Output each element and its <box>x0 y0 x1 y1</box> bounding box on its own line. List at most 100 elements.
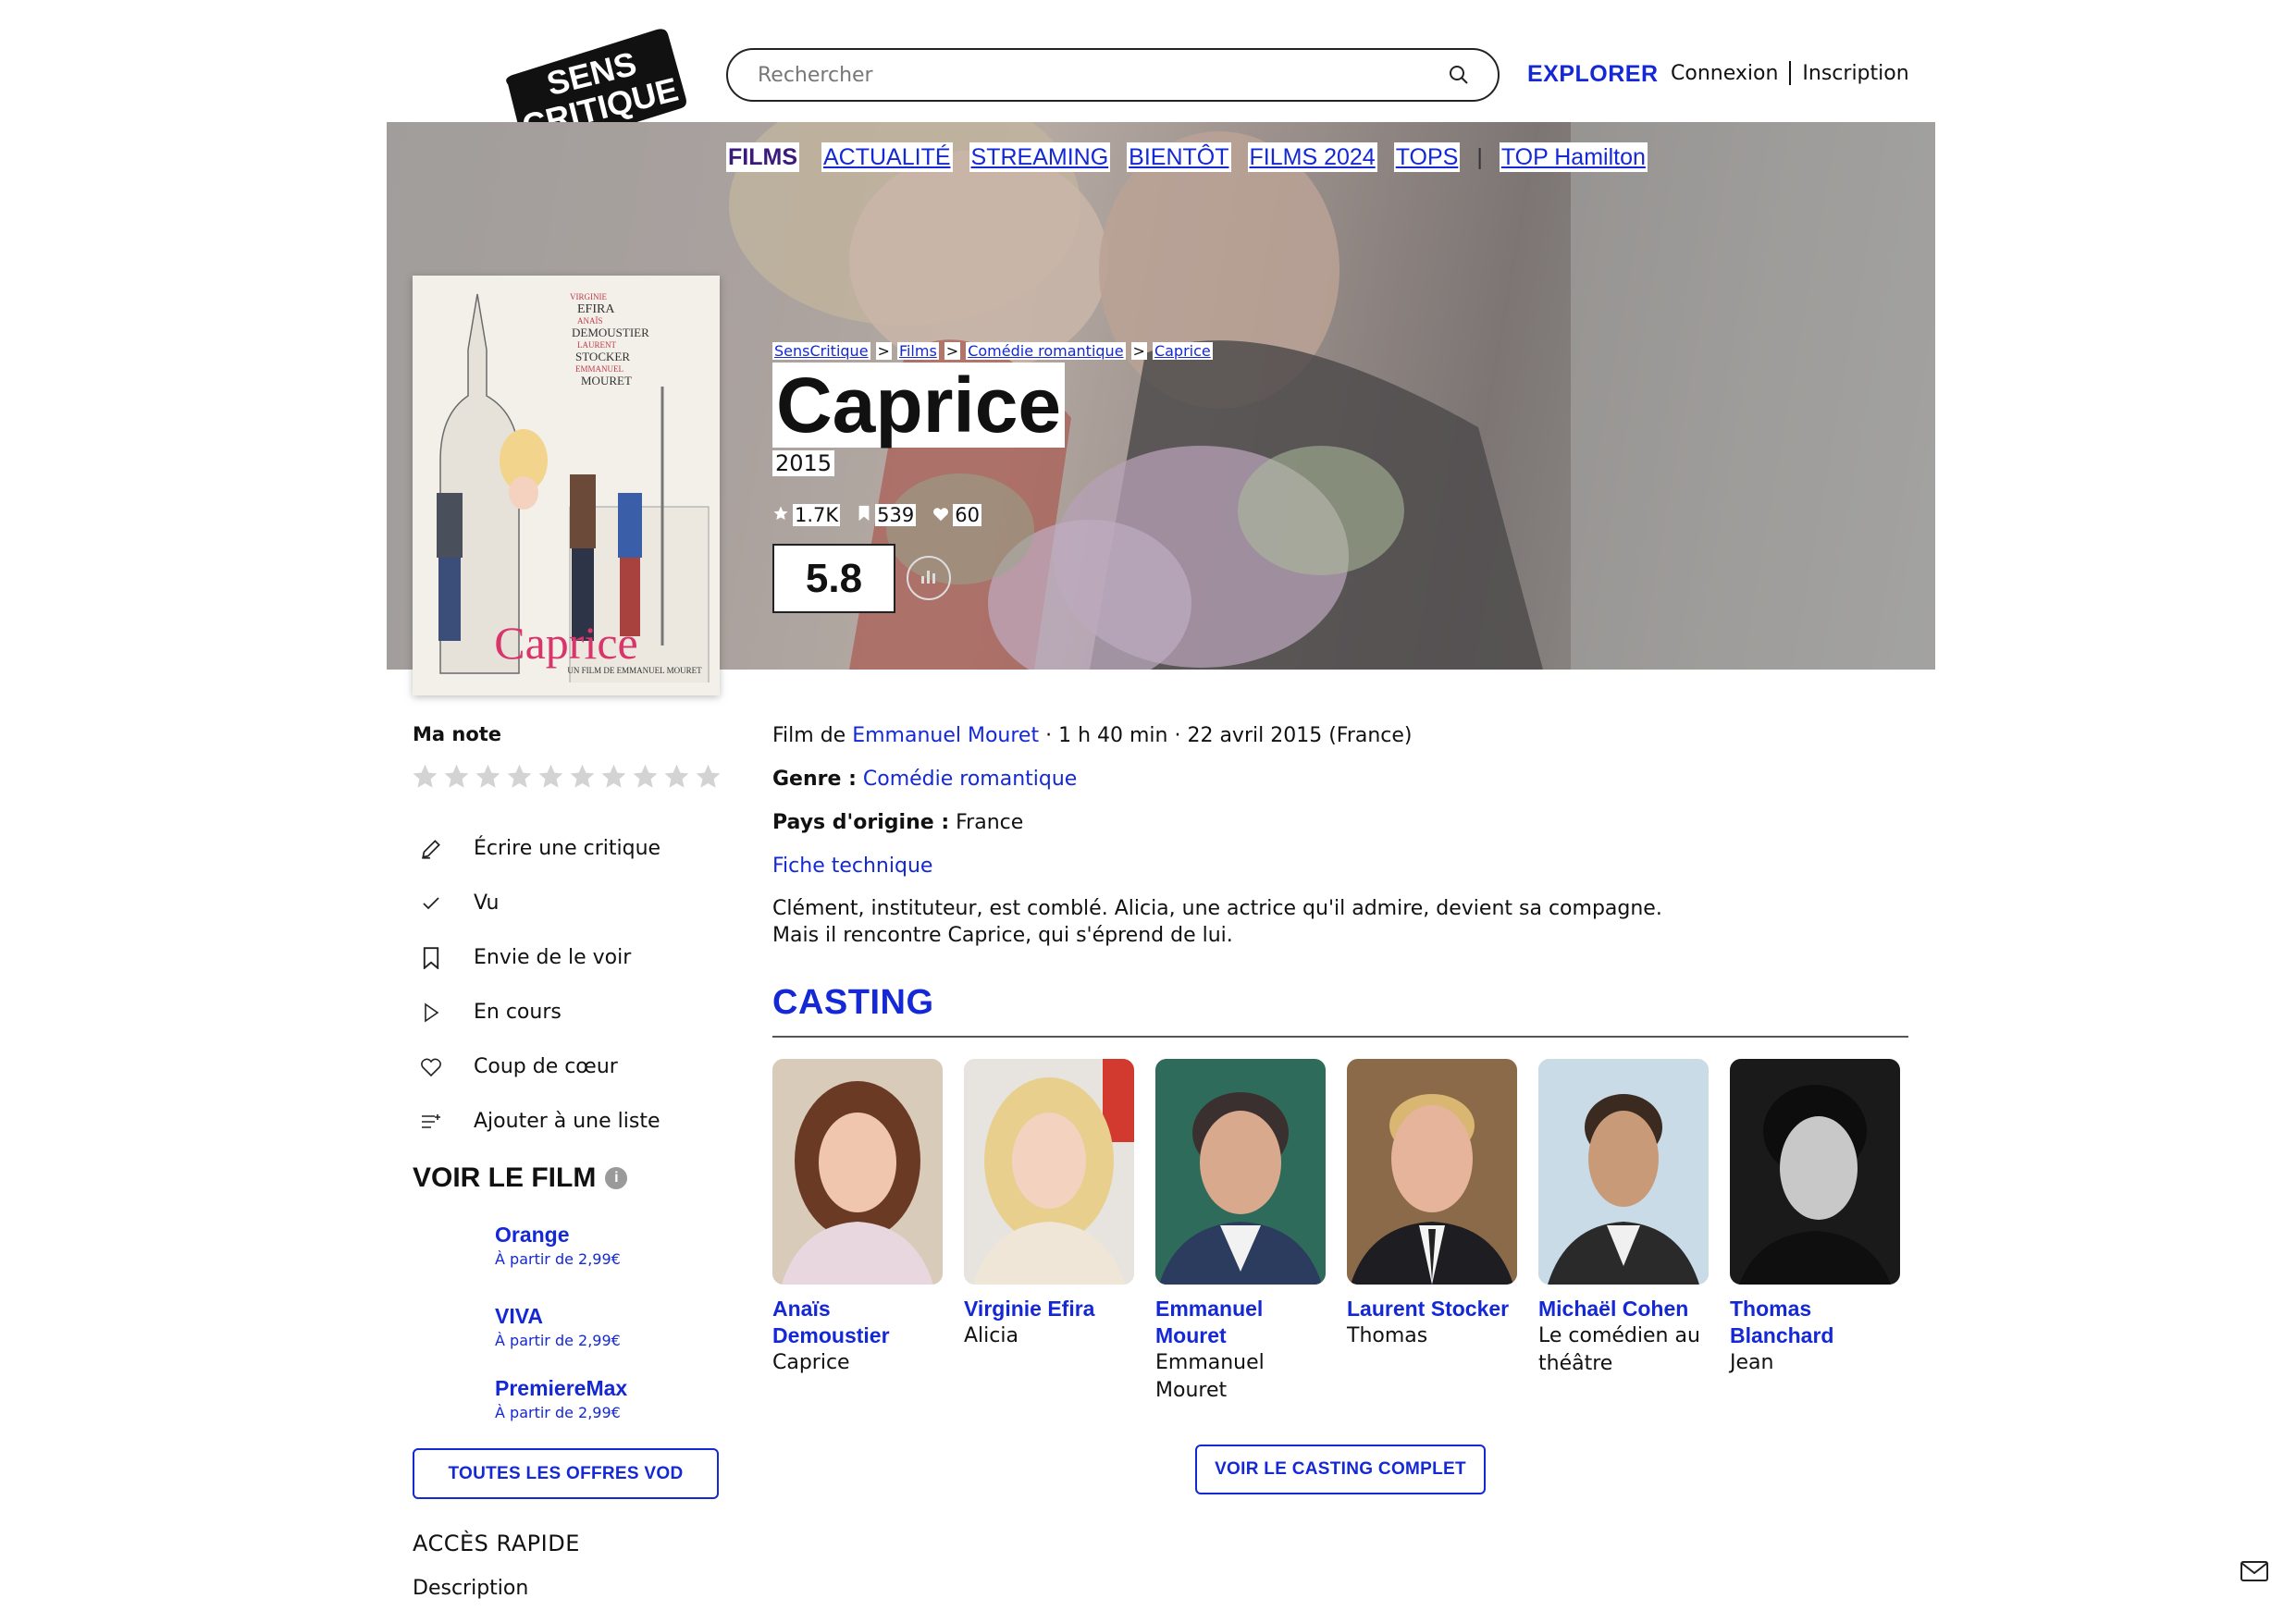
rating-star[interactable] <box>442 762 471 791</box>
actor-photo[interactable] <box>772 1059 943 1285</box>
director-link[interactable]: Emmanuel Mouret <box>852 724 1039 747</box>
favorite-action[interactable]: Coup de cœur <box>418 1039 660 1094</box>
search-icon[interactable] <box>1446 62 1472 88</box>
genre-label: Genre : <box>772 768 857 791</box>
actor-name[interactable]: Thomas Blanchard <box>1730 1296 1900 1349</box>
write-review-action[interactable]: Écrire une critique <box>418 821 660 876</box>
actor-photo[interactable] <box>1155 1059 1326 1285</box>
cast-member[interactable]: Emmanuel Mouret Emmanuel Mouret <box>1155 1059 1326 1405</box>
seen-action[interactable]: Vu <box>418 876 660 930</box>
info-icon[interactable]: i <box>605 1167 628 1189</box>
cast-list: Anaïs Demoustier Caprice Virginie Efira … <box>772 1059 1900 1405</box>
cast-member[interactable]: Laurent Stocker Thomas <box>1347 1059 1517 1405</box>
movie-stats: 1.7K 539 60 <box>772 504 981 526</box>
heart-icon <box>418 1054 444 1080</box>
cast-member[interactable]: Anaïs Demoustier Caprice <box>772 1059 943 1405</box>
actor-name[interactable]: Michaël Cohen <box>1538 1296 1709 1322</box>
offer-name[interactable]: VIVA <box>495 1302 627 1330</box>
nav-films[interactable]: FILMS <box>726 142 799 172</box>
rating-star[interactable] <box>568 762 597 791</box>
country-value: France <box>956 811 1024 834</box>
watch-title-text: VOIR LE FILM <box>413 1162 597 1193</box>
role-name: Thomas <box>1347 1322 1517 1350</box>
cast-member[interactable]: Thomas Blanchard Jean <box>1730 1059 1900 1405</box>
country-label: Pays d'origine : <box>772 811 950 834</box>
play-icon <box>418 1000 444 1026</box>
rating-star[interactable] <box>411 762 439 791</box>
actor-name-line: Laurent Stocker <box>1347 1297 1510 1321</box>
offer-item[interactable]: PremiereMax À partir de 2,99€ <box>495 1374 627 1446</box>
star-icon <box>772 504 789 526</box>
signup-link[interactable]: Inscription <box>1802 62 1908 85</box>
action-label: Coup de cœur <box>474 1055 618 1078</box>
actor-name-line: Emmanuel <box>1155 1297 1264 1321</box>
rating-distribution-button[interactable] <box>907 556 951 600</box>
nav-top-hamilton[interactable]: TOP Hamilton <box>1499 142 1648 172</box>
rating-stars[interactable] <box>411 762 722 791</box>
actor-photo[interactable] <box>1347 1059 1517 1285</box>
actor-photo[interactable] <box>964 1059 1134 1285</box>
rating-star[interactable] <box>662 762 691 791</box>
quick-link-description[interactable]: Description <box>413 1577 528 1600</box>
nav-tops[interactable]: TOPS <box>1393 142 1461 172</box>
cast-member[interactable]: Virginie Efira Alicia <box>964 1059 1134 1405</box>
in-progress-action[interactable]: En cours <box>418 985 660 1039</box>
rating-star[interactable] <box>694 762 722 791</box>
poster-credit-5: LAURENT <box>577 340 616 350</box>
role-name-line: Caprice <box>772 1351 850 1374</box>
nav-films-2024[interactable]: FILMS 2024 <box>1247 142 1377 172</box>
wishlist-action[interactable]: Envie de le voir <box>418 930 660 985</box>
offer-item[interactable]: Orange À partir de 2,99€ <box>495 1221 627 1302</box>
cast-member[interactable]: Michaël Cohen Le comédien au théâtre <box>1538 1059 1709 1405</box>
rating-star[interactable] <box>599 762 628 791</box>
actor-photo[interactable] <box>1538 1059 1709 1285</box>
actor-name[interactable]: Anaïs Demoustier <box>772 1296 943 1349</box>
actor-name-line: Michaël Cohen <box>1538 1297 1689 1321</box>
tech-sheet-link[interactable]: Fiche technique <box>772 855 932 878</box>
nav-streaming[interactable]: STREAMING <box>969 142 1111 172</box>
wishlist-stat: 539 <box>857 504 917 526</box>
wishlist-count: 539 <box>875 504 917 526</box>
genre-link[interactable]: Comédie romantique <box>863 768 1077 791</box>
breadcrumb-senscritique[interactable]: SensCritique <box>772 342 870 360</box>
nav-bientot[interactable]: BIENTÔT <box>1127 142 1231 172</box>
movie-poster[interactable]: VIRGINIE EFIRA ANAÏS DEMOUSTIER LAURENT … <box>413 276 720 695</box>
favorites-stat: 60 <box>932 504 981 526</box>
country-row: Pays d'origine : France <box>772 809 1910 837</box>
rating-star[interactable] <box>631 762 660 791</box>
actor-name[interactable]: Laurent Stocker <box>1347 1296 1517 1322</box>
average-score: 5.8 <box>772 544 895 613</box>
add-to-list-action[interactable]: Ajouter à une liste <box>418 1094 660 1149</box>
synopsis: Clément, instituteur, est comblé. Alicia… <box>772 895 1697 949</box>
actor-photo[interactable] <box>1730 1059 1900 1285</box>
actor-name-line: Demoustier <box>772 1323 890 1347</box>
action-list: Écrire une critique Vu Envie de le voir … <box>418 821 660 1149</box>
poster-credit-8: MOURET <box>581 374 632 387</box>
breadcrumb-current[interactable]: Caprice <box>1152 342 1213 360</box>
rating-star[interactable] <box>505 762 534 791</box>
offer-name[interactable]: Orange <box>495 1221 627 1248</box>
offer-name[interactable]: PremiereMax <box>495 1374 627 1402</box>
actor-name-line: Mouret <box>1155 1323 1227 1347</box>
explorer-link[interactable]: EXPLORER <box>1527 61 1659 88</box>
nav-actualite[interactable]: ACTUALITÉ <box>821 142 953 172</box>
actor-name[interactable]: Emmanuel Mouret <box>1155 1296 1326 1349</box>
mail-icon[interactable] <box>2240 1561 2268 1581</box>
role-name-line: Le comédien au <box>1538 1324 1700 1347</box>
offer-item[interactable]: VIVA À partir de 2,99€ <box>495 1302 627 1383</box>
director-prefix: Film de <box>772 724 846 747</box>
rating-star[interactable] <box>474 762 502 791</box>
breadcrumb-genre[interactable]: Comédie romantique <box>966 342 1126 360</box>
nav-separator: | <box>1476 144 1483 170</box>
full-casting-button[interactable]: VOIR LE CASTING COMPLET <box>1195 1445 1486 1494</box>
actor-name[interactable]: Virginie Efira <box>964 1296 1134 1322</box>
rating-star[interactable] <box>537 762 565 791</box>
breadcrumb-films[interactable]: Films <box>896 342 939 360</box>
heart-icon <box>932 504 949 526</box>
login-link[interactable]: Connexion <box>1671 62 1778 85</box>
all-vod-offers-button[interactable]: TOUTES LES OFFRES VOD <box>413 1448 719 1499</box>
breadcrumb-separator: > <box>944 342 961 360</box>
search-bar[interactable] <box>726 48 1500 102</box>
search-input[interactable] <box>758 63 1446 87</box>
offer-price: À partir de 2,99€ <box>495 1404 621 1421</box>
